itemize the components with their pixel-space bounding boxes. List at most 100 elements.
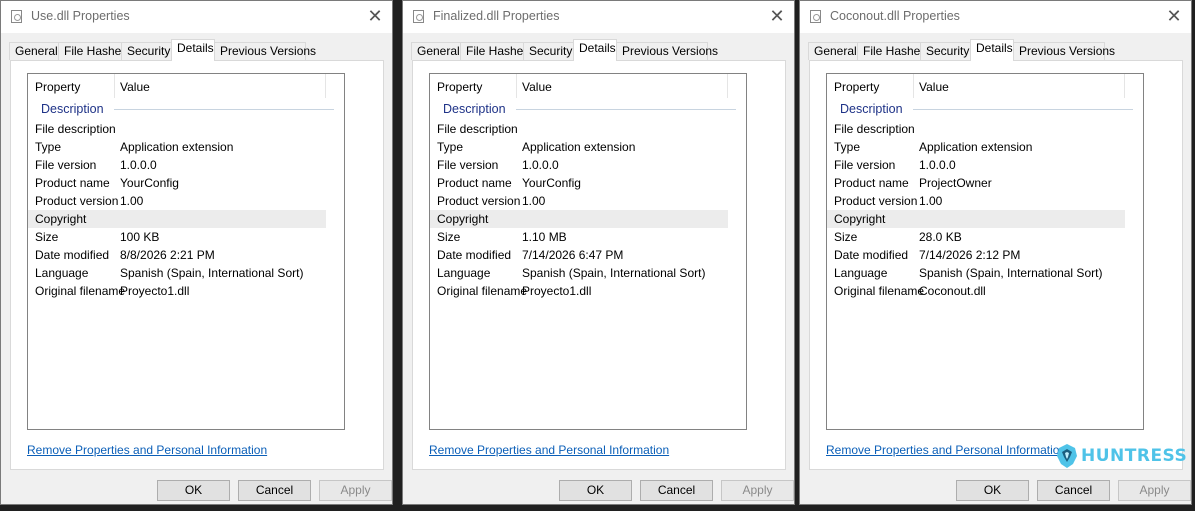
title-bar[interactable]: Use.dll Properties ✕ [1,1,392,33]
remove-properties-link[interactable]: Remove Properties and Personal Informati… [429,443,669,457]
property-name: Size [437,230,461,244]
ok-button[interactable]: OK [559,480,632,501]
property-row[interactable]: Product version 1.00 [827,192,1125,210]
title-bar[interactable]: Finalized.dll Properties ✕ [403,1,794,33]
properties-dialog: Coconout.dll Properties ✕ General File Hash… [799,0,1192,505]
tab-general[interactable]: General [9,42,59,60]
column-divider[interactable] [325,74,326,98]
property-list[interactable]: Property Value Description File description… [27,73,345,430]
property-value: 8/8/2026 2:21 PM [120,248,215,262]
cancel-button[interactable]: Cancel [640,480,713,501]
apply-button[interactable]: Apply [319,480,392,501]
property-name: Original filename [437,284,528,298]
property-row[interactable]: Original filename Proyecto1.dll [430,282,728,300]
property-row[interactable]: Size 1.10 MB [430,228,728,246]
tab-details[interactable]: Details [171,39,215,61]
property-row[interactable]: Language Spanish (Spain, International So… [430,264,728,282]
property-name: Copyright [35,212,87,226]
ok-button[interactable]: OK [157,480,230,501]
property-row[interactable]: File version 1.0.0.0 [827,156,1125,174]
properties-dialog: Use.dll Properties ✕ General File Hashes Sec… [0,0,393,505]
property-row[interactable]: Copyright [28,210,326,228]
property-row[interactable]: File description [430,120,728,138]
property-row[interactable]: File version 1.0.0.0 [430,156,728,174]
ok-button[interactable]: OK [956,480,1029,501]
close-icon[interactable]: ✕ [364,5,386,27]
property-row[interactable]: Original filename Proyecto1.dll [28,282,326,300]
property-row[interactable]: Original filename Coconout.dll [827,282,1125,300]
tab-details[interactable]: Details [573,39,617,61]
tab-general[interactable]: General [808,42,858,60]
column-header-property[interactable]: Property [834,80,879,94]
tab-previous-versions[interactable]: Previous Versions [1013,42,1115,60]
property-list[interactable]: Property Value Description File description… [826,73,1144,430]
property-row[interactable]: Product version 1.00 [430,192,728,210]
tab-security[interactable]: Security [920,42,971,60]
title-bar[interactable]: Coconout.dll Properties ✕ [800,1,1191,33]
property-row[interactable]: Product name YourConfig [28,174,326,192]
list-header: Property Value [28,74,344,98]
property-value: 28.0 KB [919,230,962,244]
tab-file-hashes[interactable]: File Hashes [857,42,926,60]
column-divider[interactable] [727,74,728,98]
column-divider[interactable] [1124,74,1125,98]
property-name: Size [35,230,59,244]
property-row[interactable]: Language Spanish (Spain, International So… [827,264,1125,282]
column-header-property[interactable]: Property [35,80,80,94]
property-name: Language [834,266,888,280]
property-row[interactable]: Date modified 8/8/2026 2:21 PM [28,246,326,264]
property-name: File description [834,122,915,136]
property-row[interactable]: Product name YourConfig [430,174,728,192]
tab-security[interactable]: Security [121,42,172,60]
details-panel: Property Value Description File description… [809,60,1183,470]
list-header: Property Value [430,74,746,98]
cancel-button[interactable]: Cancel [238,480,311,501]
huntress-logo-icon [1057,444,1077,468]
property-value: ProjectOwner [919,176,992,190]
property-row[interactable]: Copyright [430,210,728,228]
property-row[interactable]: Size 28.0 KB [827,228,1125,246]
property-row[interactable]: File version 1.0.0.0 [28,156,326,174]
remove-properties-link[interactable]: Remove Properties and Personal Informati… [27,443,267,457]
close-icon[interactable]: ✕ [1163,5,1185,27]
property-value: 7/14/2026 6:47 PM [522,248,624,262]
column-header-value[interactable]: Value [120,80,150,94]
window-title: Use.dll Properties [31,9,130,23]
property-row[interactable]: Product name ProjectOwner [827,174,1125,192]
property-row[interactable]: Date modified 7/14/2026 6:47 PM [430,246,728,264]
property-list[interactable]: Property Value Description File description… [429,73,747,430]
column-divider[interactable] [516,74,517,98]
column-header-value[interactable]: Value [919,80,949,94]
file-icon [11,10,22,23]
tab-previous-versions[interactable]: Previous Versions [214,42,316,60]
tab-general[interactable]: General [411,42,461,60]
property-row[interactable]: Date modified 7/14/2026 2:12 PM [827,246,1125,264]
tab-previous-versions[interactable]: Previous Versions [616,42,718,60]
apply-button[interactable]: Apply [721,480,794,501]
property-row[interactable]: Copyright [827,210,1125,228]
tab-file-hashes[interactable]: File Hashes [58,42,127,60]
close-icon[interactable]: ✕ [766,5,788,27]
cancel-button[interactable]: Cancel [1037,480,1110,501]
column-divider[interactable] [913,74,914,98]
tab-security[interactable]: Security [523,42,574,60]
property-value: 100 KB [120,230,160,244]
property-value: 1.00 [120,194,144,208]
tab-file-hashes[interactable]: File Hashes [460,42,529,60]
column-header-value[interactable]: Value [522,80,552,94]
property-row[interactable]: Size 100 KB [28,228,326,246]
property-row[interactable]: Type Application extension [827,138,1125,156]
property-name: Product name [35,176,110,190]
column-divider[interactable] [114,74,115,98]
property-row[interactable]: File description [827,120,1125,138]
property-row[interactable]: Type Application extension [430,138,728,156]
column-header-property[interactable]: Property [437,80,482,94]
apply-button[interactable]: Apply [1118,480,1191,501]
details-panel: Property Value Description File description… [10,60,384,470]
property-row[interactable]: File description [28,120,326,138]
tab-details[interactable]: Details [970,39,1014,61]
property-row[interactable]: Language Spanish (Spain, International So… [28,264,326,282]
remove-properties-link[interactable]: Remove Properties and Personal Informati… [826,443,1066,457]
property-row[interactable]: Type Application extension [28,138,326,156]
property-row[interactable]: Product version 1.00 [28,192,326,210]
